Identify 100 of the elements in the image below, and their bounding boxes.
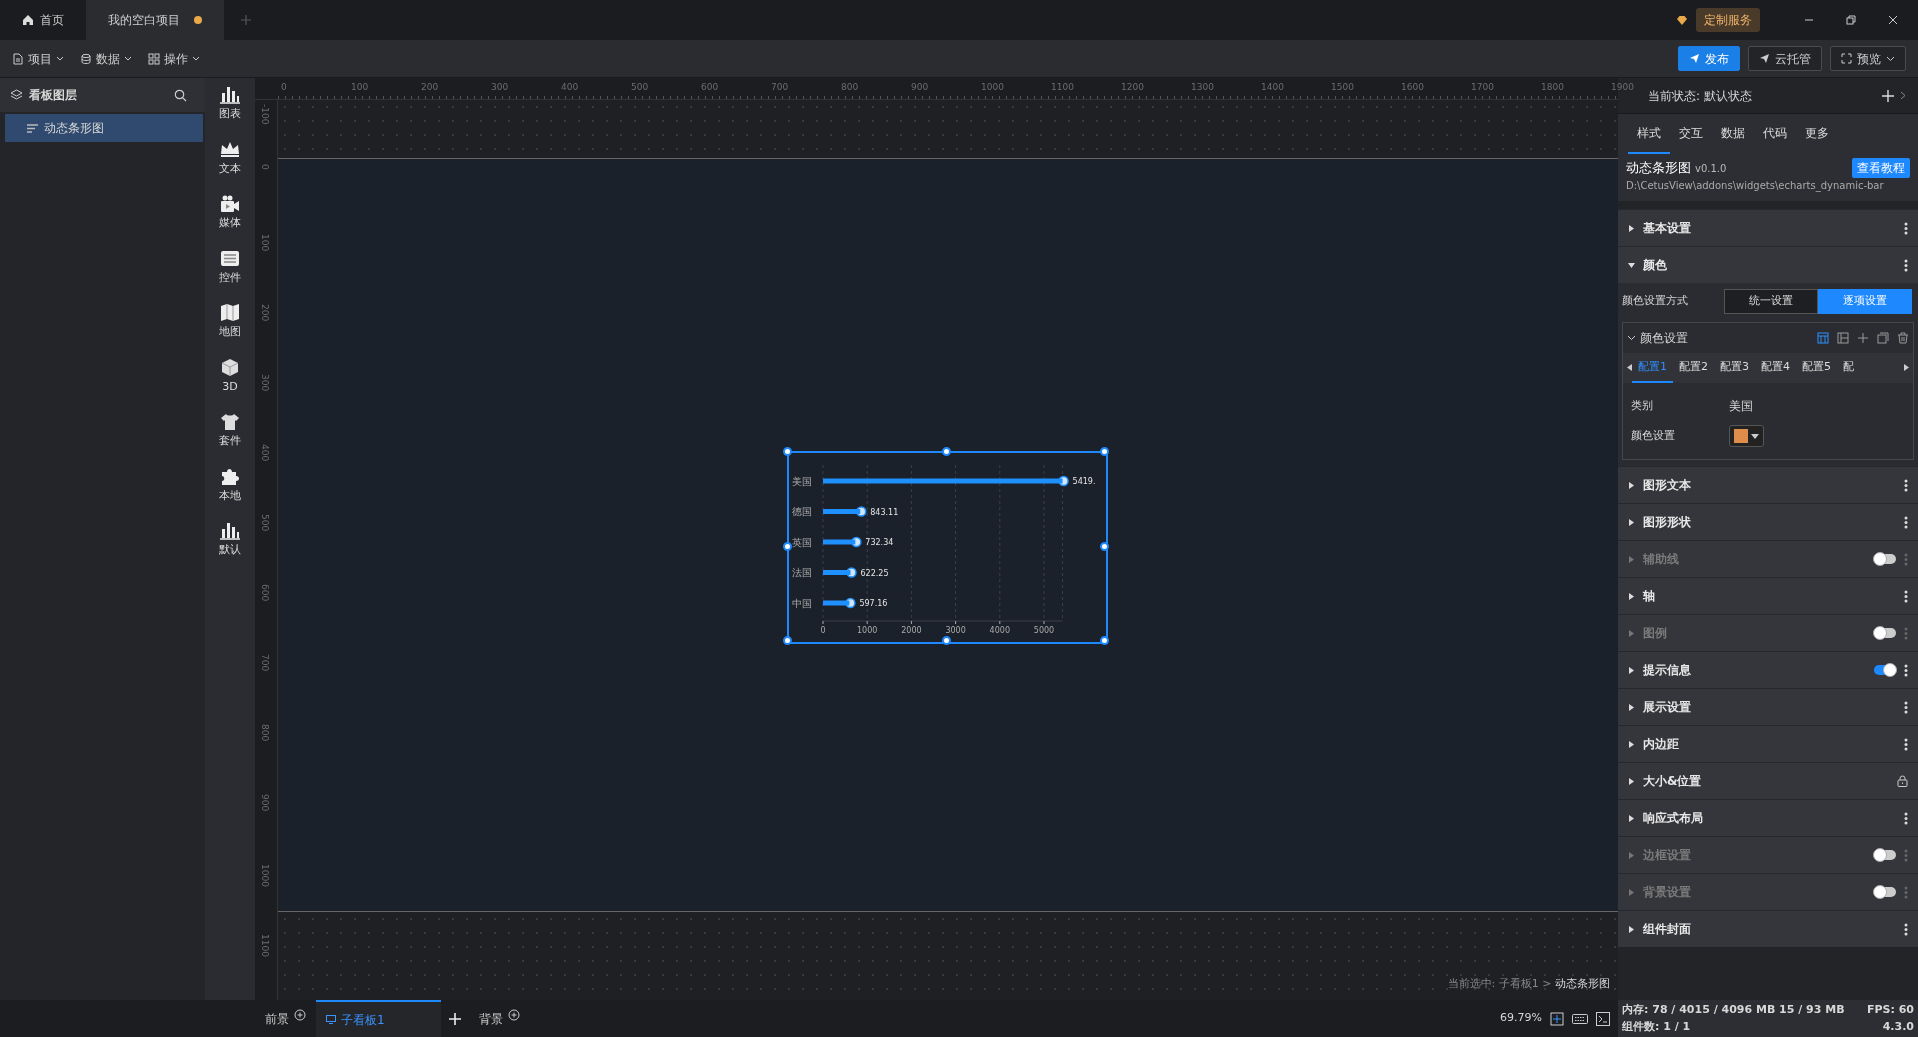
more-vertical-icon[interactable] [1904,663,1908,677]
inspector-tab[interactable]: 交互 [1670,124,1712,154]
toolbox-item[interactable]: 地图 [219,302,241,341]
axis-tick [999,620,1001,625]
toolbox-item[interactable]: 媒体 [219,193,241,232]
resize-handle[interactable] [941,447,951,456]
more-vertical-icon[interactable] [1904,221,1908,235]
ruler-label: 500 [631,81,649,94]
more-vertical-icon[interactable] [1904,258,1908,272]
terminal-icon[interactable] [1596,1011,1610,1026]
action-button[interactable]: 预览 [1830,46,1906,71]
more-vertical-icon[interactable] [1904,811,1908,825]
chevron-down-icon[interactable] [1627,334,1636,341]
chevron-right-icon[interactable] [1900,91,1906,100]
search-icon[interactable] [174,88,187,102]
resize-handle[interactable] [783,541,792,551]
resize-handle[interactable] [941,636,951,645]
segment-option[interactable]: 统一设置 [1724,289,1818,314]
settings-section-header[interactable]: 图形文本 [1618,466,1918,503]
bar [823,539,856,545]
lock-icon[interactable] [1897,775,1908,787]
settings-section-header[interactable]: 响应式布局 [1618,799,1918,836]
inspector-tab[interactable]: 代码 [1754,124,1796,154]
toolbox-item[interactable]: 套件 [219,411,241,450]
settings-section-header[interactable]: 大小&位置 [1618,762,1918,799]
scroll-left-icon[interactable] [1627,364,1632,372]
toolbox-item[interactable]: 3D [219,356,241,395]
settings-section-header[interactable]: 组件封面 [1618,910,1918,947]
project-tab[interactable]: 首页 [0,0,86,40]
scroll-right-icon[interactable] [1904,364,1909,372]
action-button[interactable]: 发布 [1678,46,1740,71]
toolbox-item[interactable]: 本地 [219,465,241,504]
project-tab[interactable]: 我的空白项目 [86,0,224,40]
copy-icon[interactable] [1877,331,1889,344]
more-vertical-icon[interactable] [1904,737,1908,751]
inspector-tab[interactable]: 更多 [1796,124,1838,154]
config-tab[interactable]: 配置1 [1632,352,1673,383]
ruler-label: 600 [259,584,271,602]
home-icon [22,14,34,26]
toggle-switch[interactable] [1874,554,1896,564]
settings-section-header[interactable]: 基本设置 [1618,209,1918,246]
more-vertical-icon[interactable] [1904,515,1908,529]
axis-tick [866,620,868,625]
toolbox-item[interactable]: 文本 [219,138,241,177]
settings-section-header[interactable]: 图形形状 [1618,503,1918,540]
category-label: 美国 [792,475,812,487]
resize-handle[interactable] [783,636,792,645]
board-tab[interactable]: 子看板1 [316,1000,441,1037]
config-tab[interactable]: 配置3 [1714,352,1755,383]
config-tab[interactable]: 配 [1837,352,1860,383]
layers-icon [10,89,23,101]
color-picker[interactable] [1729,425,1764,447]
toggle-switch[interactable] [1874,850,1896,860]
toggle-switch[interactable] [1874,628,1896,638]
toolbox-item[interactable]: 图表 [219,84,241,123]
board-tab[interactable]: 背景 [469,1000,530,1037]
config-tab[interactable]: 配置4 [1755,352,1796,383]
trash-icon[interactable] [1897,331,1909,344]
camera-icon [219,193,241,214]
keyboard-icon[interactable] [1572,1012,1588,1025]
resize-handle[interactable] [1100,447,1109,456]
fit-screen-icon[interactable] [1550,1011,1564,1026]
config-tab[interactable]: 配置2 [1673,352,1714,383]
inspector-tab[interactable]: 数据 [1712,124,1754,154]
bar [823,600,850,606]
close-icon[interactable] [1887,14,1899,26]
toolbox-item[interactable]: 控件 [219,247,241,286]
toggle-switch[interactable] [1874,665,1896,675]
resize-handle[interactable] [1100,541,1109,551]
axis-tick-label: 5000 [1033,626,1055,635]
resize-handle[interactable] [783,447,792,456]
config-tab[interactable]: 配置5 [1796,352,1837,383]
category-label: 英国 [792,536,812,548]
send-icon [1689,53,1700,64]
axis-tick-label: 4000 [989,626,1010,635]
field-label: 颜色设置方式 [1622,293,1689,309]
board-tab[interactable]: 前景 [255,1000,316,1037]
toolbox-item[interactable]: 默认 [219,520,241,559]
more-vertical-icon[interactable] [1904,589,1908,603]
more-vertical-icon[interactable] [1904,700,1908,714]
settings-section-header[interactable]: 展示设置 [1618,688,1918,725]
ruler-label: 900 [259,794,271,812]
settings-section-header[interactable]: 提示信息 [1618,651,1918,688]
action-button[interactable]: 云托管 [1748,46,1822,71]
resize-handle[interactable] [1100,636,1109,645]
split-layout-icon[interactable] [1837,331,1849,344]
custom-service-button[interactable]: 定制服务 [1696,8,1760,32]
layer-item[interactable]: 动态条形图 [5,114,203,142]
more-vertical-icon[interactable] [1904,922,1908,936]
toggle-switch[interactable] [1874,887,1896,897]
settings-section-header[interactable]: 内边距 [1618,725,1918,762]
ruler-label: 200 [421,81,439,94]
restore-icon[interactable] [1845,14,1857,26]
more-vertical-icon[interactable] [1904,478,1908,492]
menu-button[interactable]: 项目 [4,45,72,72]
settings-section-header[interactable]: 轴 [1618,577,1918,614]
table-layout-icon[interactable] [1817,331,1829,344]
menu-button[interactable]: 数据 [72,45,140,72]
settings-section-header[interactable]: 颜色 [1618,246,1918,283]
menu-button[interactable]: 操作 [140,45,208,72]
